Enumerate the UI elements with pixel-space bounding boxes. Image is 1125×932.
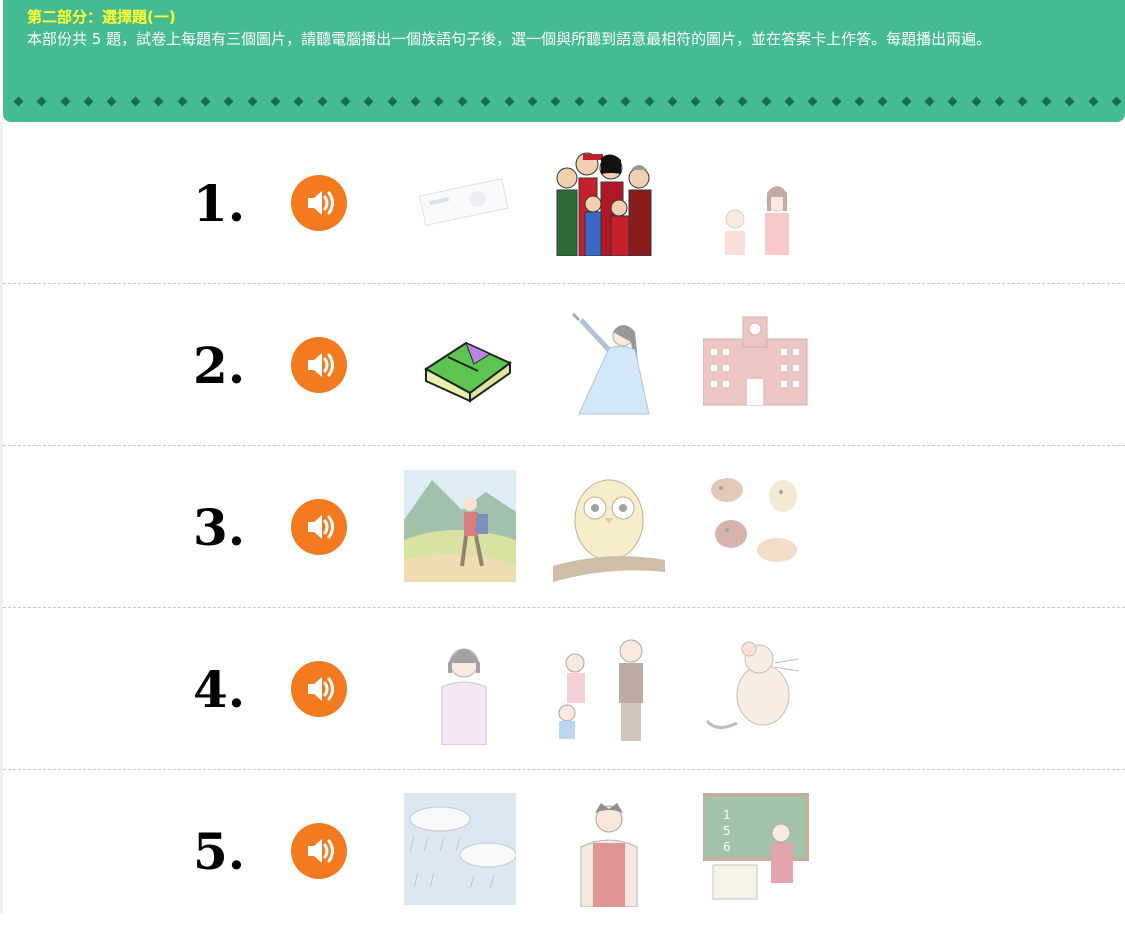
question-number: 2. — [193, 336, 246, 395]
speaker-icon — [306, 351, 334, 379]
option-picture-dogs-group[interactable] — [703, 470, 815, 582]
speaker-icon — [306, 189, 334, 217]
option-picture-owl-branch[interactable] — [553, 470, 665, 582]
option-picture-mother-daughter[interactable] — [703, 147, 815, 259]
speaker-icon — [306, 675, 334, 703]
speaker-button[interactable] — [291, 661, 347, 717]
question-row: 4. — [3, 608, 1125, 770]
svg-text:6: 6 — [723, 840, 731, 854]
question-row: 5. 1 5 6 — [3, 770, 1125, 932]
option-picture-money-note[interactable] — [408, 147, 520, 259]
speaker-button[interactable] — [291, 823, 347, 879]
section-description: 本部份共 5 題，試卷上每題有三個圖片，請聽電腦播出一個族語句子後，選一個與所聽… — [27, 30, 992, 48]
speaker-icon — [306, 837, 334, 865]
option-picture-mouse[interactable] — [703, 633, 815, 745]
option-picture-grandpa-children[interactable] — [553, 633, 665, 745]
svg-text:5: 5 — [723, 824, 731, 838]
question-number: 3. — [193, 498, 246, 557]
speaker-button[interactable] — [291, 499, 347, 555]
option-picture-eraser-box[interactable] — [408, 309, 520, 421]
option-picture-teacher-blackboard[interactable]: 1 5 6 — [703, 793, 815, 905]
option-picture-family-group[interactable] — [553, 144, 665, 256]
section-title: 第二部分：選擇題(一) — [27, 8, 176, 26]
option-picture-hiker-mountain[interactable] — [404, 470, 516, 582]
speaker-button[interactable] — [291, 175, 347, 231]
question-number: 4. — [193, 660, 246, 719]
diamond-border — [13, 95, 1122, 107]
svg-text:1: 1 — [723, 808, 731, 822]
option-picture-dancing-woman[interactable] — [553, 306, 665, 418]
speaker-button[interactable] — [291, 337, 347, 393]
option-picture-rain-clouds[interactable] — [404, 793, 516, 905]
speaker-icon — [306, 513, 334, 541]
option-picture-woman-student[interactable] — [408, 633, 520, 745]
option-picture-school-building[interactable] — [703, 309, 815, 421]
question-row: 2. — [3, 284, 1125, 446]
question-number: 1. — [193, 174, 246, 233]
question-row: 1. — [3, 122, 1125, 284]
question-number: 5. — [193, 822, 246, 881]
section-header: 第二部分：選擇題(一) 本部份共 5 題，試卷上每題有三個圖片，請聽電腦播出一個… — [3, 0, 1125, 122]
option-picture-man-vest[interactable] — [553, 795, 665, 907]
question-row: 3. — [3, 446, 1125, 608]
